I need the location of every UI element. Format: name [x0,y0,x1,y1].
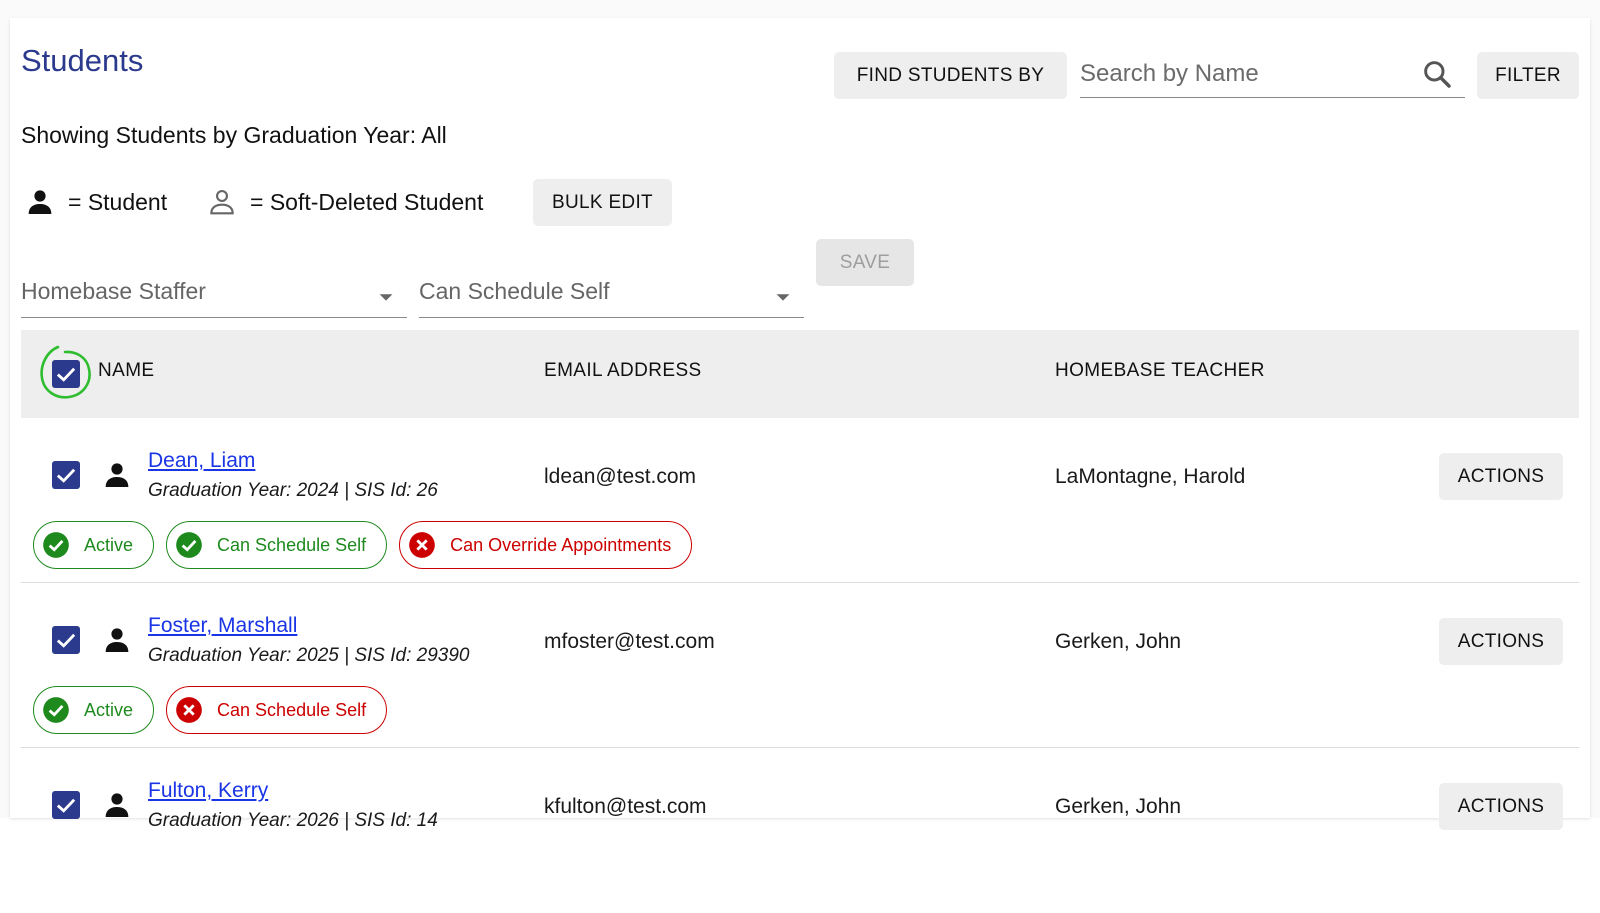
student-email: ldean@test.com [544,465,697,488]
table-row: Fulton, Kerry Graduation Year: 2026 | SI… [21,748,1579,913]
student-homebase-teacher: LaMontagne, Harold [1055,465,1246,488]
student-meta: Graduation Year: 2025 | SIS Id: 29390 [148,645,470,666]
column-header-email[interactable]: EMAIL ADDRESS [544,360,702,382]
student-homebase-teacher: Gerken, John [1055,795,1182,818]
check-icon [56,798,76,813]
check-circle-icon [176,532,202,558]
student-email: mfoster@test.com [544,630,715,653]
row-checkbox[interactable] [52,461,80,489]
check-icon [56,367,76,382]
status-chips: Active Can Schedule Self [33,686,388,734]
student-name-link[interactable]: Foster, Marshall [148,614,297,638]
page: Students FIND STUDENTS BY FILTER Showing… [0,0,1600,831]
bulk-edit-button[interactable]: BULK EDIT [533,179,672,226]
search-input[interactable] [1080,56,1410,92]
search-field [1080,52,1465,98]
can-schedule-self-label: Can Schedule Self [419,278,610,304]
search-icon[interactable] [1421,58,1453,90]
legend-student-label: = Student [68,188,168,215]
save-button[interactable]: SAVE [816,239,914,286]
actions-button[interactable]: ACTIONS [1439,453,1563,500]
person-icon [105,628,129,652]
actions-button[interactable]: ACTIONS [1439,783,1563,830]
graduation-year-subtitle: Showing Students by Graduation Year: All [21,122,447,148]
status-chip-can-schedule-self: Can Schedule Self [166,686,388,734]
table-row: Dean, Liam Graduation Year: 2024 | SIS I… [21,418,1579,583]
check-icon [56,633,76,648]
chip-label: Can Schedule Self [217,534,367,555]
homebase-staffer-select[interactable]: Homebase Staffer [21,272,407,318]
chip-label: Can Schedule Self [217,699,367,720]
x-circle-icon [176,697,202,723]
student-meta: Graduation Year: 2024 | SIS Id: 26 [148,480,438,501]
legend-student: = Student [24,185,167,219]
person-icon [28,190,52,214]
chip-label: Active [84,534,134,555]
can-schedule-self-select[interactable]: Can Schedule Self [419,272,804,318]
actions-button[interactable]: ACTIONS [1439,618,1563,665]
student-name-link[interactable]: Dean, Liam [148,449,255,473]
person-icon [105,793,129,817]
student-homebase-teacher: Gerken, John [1055,630,1182,653]
column-header-name[interactable]: NAME [98,360,155,382]
homebase-staffer-label: Homebase Staffer [21,278,206,304]
chip-label: Can Override Appointments [450,534,672,555]
check-circle-icon [43,532,69,558]
find-students-by-button[interactable]: FIND STUDENTS BY [834,52,1067,99]
student-name-link[interactable]: Fulton, Kerry [148,779,268,803]
table-row: Foster, Marshall Graduation Year: 2025 |… [21,583,1579,748]
status-chip-can-override-appointments: Can Override Appointments [399,521,693,569]
x-circle-icon [409,532,435,558]
column-header-homebase-teacher[interactable]: HOMEBASE TEACHER [1055,360,1265,382]
page-title: Students [21,43,144,78]
caret-down-icon [776,294,790,301]
row-checkbox[interactable] [52,791,80,819]
person-icon [105,463,129,487]
status-chip-active: Active [33,686,155,734]
row-checkbox[interactable] [52,626,80,654]
legend-soft-deleted: = Soft-Deleted Student [206,185,483,219]
legend-soft-deleted-label: = Soft-Deleted Student [250,188,484,215]
student-meta: Graduation Year: 2026 | SIS Id: 14 [148,810,438,831]
person-outline-icon [210,189,234,215]
filter-button[interactable]: FILTER [1477,52,1579,99]
select-all-checkbox[interactable] [52,360,80,388]
chip-label: Active [84,699,134,720]
check-circle-icon [43,697,69,723]
caret-down-icon [379,294,393,301]
check-icon [56,468,76,483]
student-email: kfulton@test.com [544,795,707,818]
status-chip-can-schedule-self: Can Schedule Self [166,521,388,569]
status-chips: Active Can Schedule Self Can Override Ap… [33,521,693,569]
status-chip-active: Active [33,521,155,569]
table-header: NAME EMAIL ADDRESS HOMEBASE TEACHER [21,330,1579,418]
